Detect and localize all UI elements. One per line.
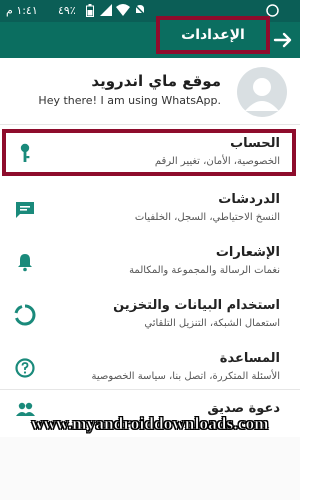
- mute-icon: [134, 4, 146, 20]
- settings-item-subtitle: الأسئلة المتكررة، اتصل بنا، سياسة الخصوص…: [91, 371, 280, 382]
- settings-item-chats[interactable]: الدردشات النسخ الاحتياطي، السجل، الخلفيا…: [0, 183, 300, 235]
- bell-icon: [14, 251, 36, 273]
- app-bar: الإعدادات: [0, 16, 300, 58]
- settings-item-subtitle: النسخ الاحتياطي، السجل، الخلفيات: [134, 212, 280, 223]
- battery-icon: [86, 4, 94, 21]
- profile-status: Hey there! I am using WhatsApp.: [38, 94, 221, 107]
- data-usage-icon: [14, 304, 36, 326]
- profile-section[interactable]: موقع ماي اندرويد Hey there! I am using W…: [0, 58, 300, 124]
- settings-item-data-storage[interactable]: استخدام البيانات والتخزين استعمال الشبكة…: [0, 289, 300, 341]
- page-title-text: الإعدادات: [181, 27, 245, 43]
- settings-item-subtitle: استعمال الشبكة، التنزيل التلقائي: [144, 318, 280, 329]
- chat-icon: [14, 198, 36, 220]
- settings-item-title: الدردشات: [218, 192, 280, 207]
- divider: [0, 389, 300, 390]
- page-title: الإعدادات: [156, 16, 270, 54]
- settings-item-title: الإشعارات: [215, 245, 280, 260]
- arrow-right-icon: [273, 32, 292, 48]
- avatar[interactable]: [237, 67, 287, 117]
- status-time: ١:٤١ م: [6, 4, 38, 17]
- wifi-icon: [116, 4, 130, 20]
- default-avatar-icon: [245, 78, 279, 111]
- back-button[interactable]: [272, 29, 294, 51]
- settings-item-title: استخدام البيانات والتخزين: [113, 298, 280, 313]
- watermark: www.myandroiddownloads.com: [31, 414, 269, 434]
- settings-item-help[interactable]: المساعدة الأسئلة المتكررة، اتصل بنا، سيا…: [0, 342, 300, 394]
- divider: [0, 124, 300, 125]
- profile-name: موقع ماي اندرويد: [91, 72, 221, 90]
- help-icon: [14, 357, 36, 379]
- settings-item-title: المساعدة: [219, 351, 280, 366]
- bottom-area: [0, 437, 300, 500]
- highlight-frame: [2, 129, 296, 176]
- settings-item-notifications[interactable]: الإشعارات نغمات الرسالة والمجموعة والمكا…: [0, 236, 300, 288]
- settings-item-subtitle: نغمات الرسالة والمجموعة والمكالمة: [129, 265, 280, 276]
- battery-percent: ٤٩٪: [58, 4, 76, 17]
- signal-icon: [100, 4, 112, 20]
